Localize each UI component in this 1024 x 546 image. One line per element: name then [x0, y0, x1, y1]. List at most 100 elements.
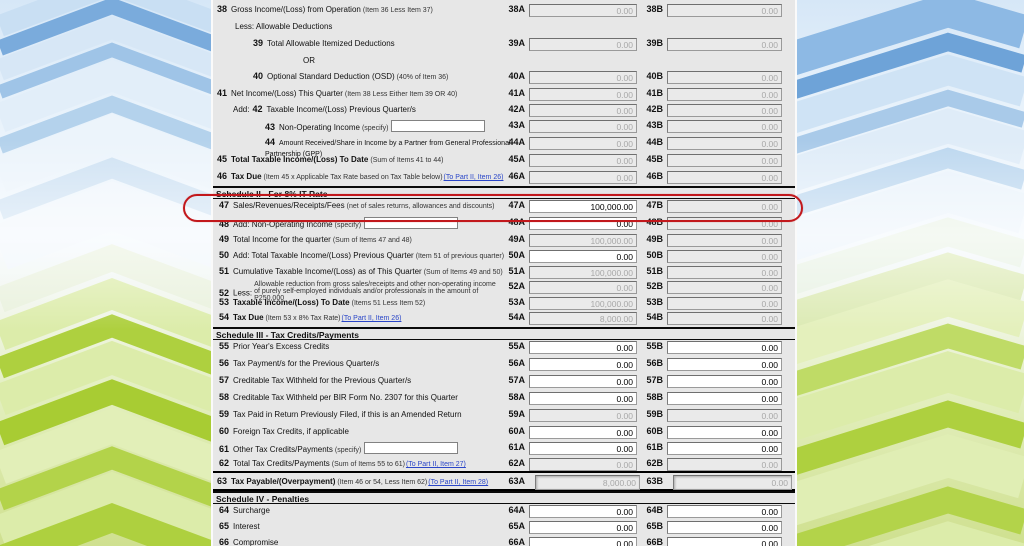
column-b-label: 41B — [646, 88, 663, 98]
specify-input[interactable] — [391, 120, 486, 132]
column-a-label: 46A — [508, 171, 525, 181]
column-a-label: 38A — [508, 4, 525, 14]
item-label: Creditable Tax Withheld per BIR Form No.… — [233, 393, 458, 402]
item-label: Sales/Revenues/Receipts/Fees — [233, 201, 345, 210]
row-label-group: 49 Total Income for the quarter (Sum of It… — [213, 234, 525, 245]
amount-field-a[interactable]: 0.00 — [529, 341, 637, 354]
item-number: 51 — [219, 266, 230, 276]
item-fine-print: (Sum of Items 49 and 50) — [423, 269, 503, 276]
column-a-label: 66A — [508, 537, 525, 546]
item-number: 64 — [219, 505, 230, 515]
amount-field-a[interactable]: 0.00 — [529, 426, 637, 439]
item-number: 66 — [219, 537, 230, 546]
column-b-label: 40B — [646, 71, 663, 81]
amount-field-a: 100,000.00 — [529, 266, 637, 279]
row-label-group: 50 Add: Total Taxable Income/(Loss) Previ… — [213, 250, 525, 261]
amount-field-a[interactable]: 0.00 — [529, 358, 637, 371]
item-number: 42 — [252, 104, 263, 114]
schedule-header: Schedule II - For 8% IT Rate — [213, 186, 795, 199]
form-row: 48 Add: Non-Operating Income (specify) 48A… — [213, 216, 795, 233]
column-b-label: 38B — [646, 4, 663, 14]
form-row: 52 Less:Allowable reduction from gross sa… — [213, 280, 795, 302]
column-b-label: 55B — [646, 341, 663, 351]
cross-reference-link[interactable]: (To Part II, Item 28) — [428, 479, 488, 486]
column-b-label: 65B — [646, 521, 663, 531]
amount-field-b[interactable]: 0.00 — [667, 442, 782, 455]
item-label: Total Tax Credits/Payments — [233, 459, 330, 468]
amount-field-b[interactable]: 0.00 — [667, 537, 782, 546]
column-b-label: 63B — [646, 476, 663, 486]
amount-field-b: 0.00 — [667, 171, 782, 184]
amount-field-a[interactable]: 0.00 — [529, 505, 637, 518]
amount-field-a[interactable]: 0.00 — [529, 442, 637, 455]
column-b-label: 44B — [646, 137, 663, 147]
cross-reference-link[interactable]: (To Part II, Item 26) — [342, 315, 402, 322]
amount-field-a[interactable]: 0.00 — [529, 217, 637, 230]
row-label-group: 65 Interest — [213, 521, 525, 531]
amount-field-b[interactable]: 0.00 — [667, 375, 782, 388]
item-label: Gross Income/(Loss) from Operation — [231, 5, 361, 14]
item-fine-print: (Items 51 Less Item 52) — [351, 300, 426, 307]
item-label: Taxable Income/(Loss) To Date — [233, 298, 350, 307]
column-b-label: 61B — [646, 442, 663, 452]
item-label: Non-Operating Income — [279, 123, 360, 133]
amount-field-b[interactable]: 0.00 — [667, 521, 782, 534]
amount-field-a: 8,000.00 — [535, 475, 640, 490]
amount-field-b: 0.00 — [667, 458, 782, 471]
column-a-label: 58A — [508, 392, 525, 402]
specify-input[interactable] — [364, 217, 459, 229]
amount-field-b[interactable]: 0.00 — [667, 341, 782, 354]
column-a-label: 65A — [508, 521, 525, 531]
amount-field-a[interactable]: 0.00 — [529, 250, 637, 263]
amount-field-b[interactable]: 0.00 — [667, 505, 782, 518]
row-label-group: 54 Tax Due (Item 53 x 8% Tax Rate)(To Part… — [213, 312, 525, 323]
column-b-label: 51B — [646, 266, 663, 276]
row-label-group: 46 Tax Due (Item 45 x Applicable Tax Rate … — [213, 171, 525, 182]
column-a-label: 41A — [508, 88, 525, 98]
schedule-header: Schedule IV - Penalties — [213, 491, 795, 504]
form-row: Add: 42 Taxable Income/(Loss) Previous Qua… — [213, 103, 795, 119]
cross-reference-link[interactable]: (To Part II, Item 27) — [406, 461, 466, 468]
column-a-label: 52A — [508, 281, 525, 291]
item-fine-print: (Sum of Items 47 and 48) — [332, 237, 412, 244]
column-b-label: 45B — [646, 154, 663, 164]
column-a-label: 39A — [508, 38, 525, 48]
item-number: 40 — [253, 71, 264, 81]
column-b-label: 48B — [646, 217, 663, 227]
item-label: Prior Year's Excess Credits — [233, 342, 330, 351]
item-number: 63 — [217, 476, 228, 486]
form-text-row: Less: Allowable Deductions — [213, 20, 795, 37]
row-label-group: 40 Optional Standard Deduction (OSD) (40% … — [213, 71, 525, 82]
amount-field-a[interactable]: 0.00 — [529, 392, 637, 405]
item-fine-print: (specify) — [334, 222, 362, 230]
schedule-header-label: Schedule II - For 8% IT Rate — [216, 189, 328, 199]
column-a-label: 45A — [508, 154, 525, 164]
amount-field-a: 0.00 — [529, 120, 637, 133]
form-row: 45 Total Taxable Income/(Loss) To Date (Su… — [213, 153, 795, 170]
item-fine-print: (Item 36 Less Item 37) — [362, 7, 433, 14]
amount-field-a: 0.00 — [529, 154, 637, 167]
column-a-label: 47A — [508, 200, 525, 210]
column-a-label: 44A — [508, 137, 525, 147]
specify-input[interactable] — [364, 442, 459, 454]
form-row: 60 Foreign Tax Credits, if applicable 60A… — [213, 425, 795, 441]
row-label-group: 57 Creditable Tax Withheld for the Previo… — [213, 375, 525, 385]
item-number: 44 — [265, 137, 276, 147]
amount-field-a[interactable]: 0.00 — [529, 537, 637, 546]
amount-field-a[interactable]: 0.00 — [529, 521, 637, 534]
amount-field-a[interactable]: 0.00 — [529, 375, 637, 388]
sub-label: OR — [303, 56, 315, 65]
amount-field-b[interactable]: 0.00 — [667, 392, 782, 405]
amount-field-a[interactable]: 100,000.00 — [529, 200, 637, 213]
row-label-group: 43 Non-Operating Income (specify) — [213, 120, 525, 133]
amount-field-b[interactable]: 0.00 — [667, 358, 782, 371]
row-label-group: 56 Tax Payment/s for the Previous Quarter… — [213, 358, 525, 368]
amount-field-a: 8,000.00 — [529, 312, 637, 325]
form-row: 57 Creditable Tax Withheld for the Previo… — [213, 374, 795, 391]
amount-field-a: 0.00 — [529, 88, 637, 101]
column-b-label: 52B — [646, 281, 663, 291]
amount-field-a: 0.00 — [529, 104, 637, 117]
form-row: 61 Other Tax Credits/Payments (specify) 61… — [213, 441, 795, 457]
amount-field-b[interactable]: 0.00 — [667, 426, 782, 439]
schedule-header-label: Schedule IV - Penalties — [216, 494, 310, 504]
